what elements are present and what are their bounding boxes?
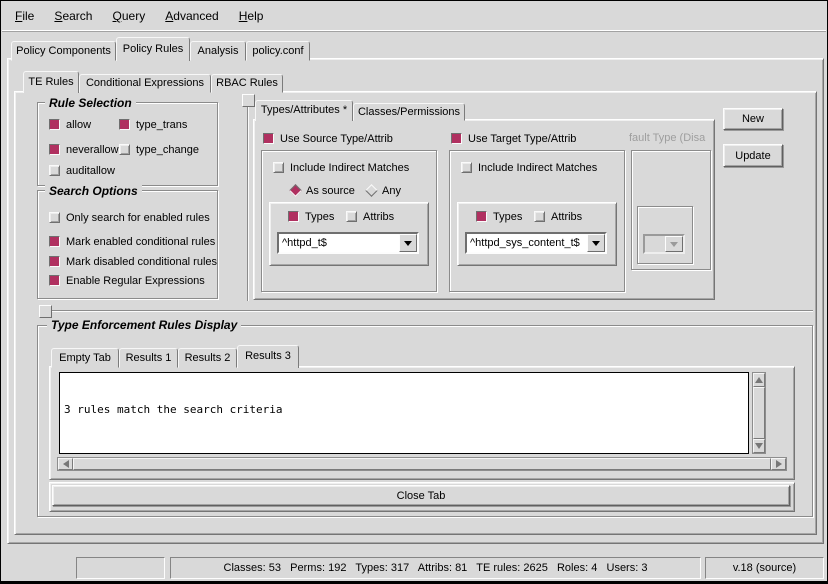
checkbox-source-indirect[interactable] — [273, 162, 284, 173]
tab-empty-tab[interactable]: Empty Tab — [51, 348, 119, 368]
default-type-input — [645, 236, 665, 252]
scroll-up-icon[interactable] — [753, 373, 765, 387]
checkbox-type-change-label: type_change — [136, 144, 199, 156]
tab-results-3[interactable]: Results 3 — [237, 345, 299, 368]
checkbox-only-enabled-rules[interactable] — [49, 212, 60, 223]
target-indirect-label: Include Indirect Matches — [478, 162, 597, 174]
tab-conditional-expressions[interactable]: Conditional Expressions — [79, 74, 211, 93]
tab-rbac-rules[interactable]: RBAC Rules — [211, 74, 283, 93]
tab-results-2[interactable]: Results 2 — [178, 348, 237, 368]
vertical-scroll-thumb[interactable] — [753, 387, 765, 439]
horizontal-sash[interactable] — [51, 310, 813, 312]
menubar: File Search Query Advanced Help — [2, 1, 826, 32]
menu-advanced[interactable]: Advanced — [165, 9, 218, 23]
tab-policy-conf[interactable]: policy.conf — [246, 41, 310, 61]
checkbox-only-enabled-rules-label: Only search for enabled rules — [66, 212, 210, 224]
target-type-input[interactable] — [467, 234, 587, 252]
status-empty-box — [76, 557, 165, 579]
tab-analysis[interactable]: Analysis — [190, 41, 246, 61]
source-combo-dropdown-icon[interactable] — [399, 234, 417, 252]
menu-help[interactable]: Help — [239, 9, 264, 23]
scroll-left-icon[interactable] — [58, 458, 73, 470]
default-type-combobox — [643, 234, 685, 254]
checkbox-mark-disabled[interactable] — [49, 256, 60, 267]
default-combo-dropdown-icon — [665, 236, 683, 252]
tab-results-1[interactable]: Results 1 — [119, 348, 178, 368]
checkbox-type-trans[interactable] — [119, 119, 130, 130]
radio-any[interactable] — [365, 184, 378, 197]
vertical-sash-handle[interactable] — [242, 94, 255, 107]
checkbox-auditallow[interactable] — [49, 165, 60, 176]
status-stats: Classes: 53 Perms: 192 Types: 317 Attrib… — [170, 557, 701, 579]
radio-any-label: Any — [382, 185, 401, 197]
checkbox-source-types[interactable] — [288, 211, 299, 222]
results-text-area[interactable]: 3 rules match the search criteria (5822)… — [59, 372, 749, 454]
checkbox-mark-disabled-label: Mark disabled conditional rules — [66, 256, 217, 268]
update-button[interactable]: Update — [723, 144, 783, 167]
checkbox-mark-enabled-label: Mark enabled conditional rules — [66, 236, 215, 248]
source-attribs-label: Attribs — [363, 211, 394, 223]
te-display-title: Type Enforcement Rules Display — [47, 318, 241, 332]
tab-classes-permissions[interactable]: Classes/Permissions — [353, 103, 465, 121]
checkbox-enable-regex[interactable] — [49, 275, 60, 286]
horizontal-sash-handle[interactable] — [39, 305, 52, 318]
radio-as-source[interactable] — [289, 184, 302, 197]
radio-as-source-label: As source — [306, 185, 355, 197]
checkbox-source-attribs[interactable] — [346, 211, 357, 222]
results-horizontal-scrollbar[interactable] — [57, 457, 787, 471]
tab-types-attributes[interactable]: Types/Attributes * — [255, 100, 353, 121]
window-bottom-edge — [1, 581, 827, 583]
tab-te-rules[interactable]: TE Rules — [23, 71, 79, 93]
menu-query[interactable]: Query — [113, 9, 146, 23]
results-vertical-scrollbar[interactable] — [752, 372, 766, 454]
new-button[interactable]: New — [723, 108, 783, 130]
search-options-title: Search Options — [45, 184, 142, 198]
rule-selection-title: Rule Selection — [45, 96, 136, 110]
source-type-combobox[interactable] — [277, 232, 419, 254]
apol-window: File Search Query Advanced Help Policy C… — [0, 0, 828, 584]
target-combo-dropdown-icon[interactable] — [587, 234, 605, 252]
results-summary: 3 rules match the search criteria — [64, 403, 744, 417]
checkbox-mark-enabled[interactable] — [49, 236, 60, 247]
source-indirect-label: Include Indirect Matches — [290, 162, 409, 174]
horizontal-scroll-thumb[interactable] — [73, 458, 771, 470]
scroll-down-icon[interactable] — [753, 439, 765, 453]
source-type-input[interactable] — [279, 234, 399, 252]
target-types-label: Types — [493, 211, 522, 223]
checkbox-type-trans-label: type_trans — [136, 119, 187, 131]
status-version: v.18 (source) — [705, 557, 824, 579]
checkbox-enable-regex-label: Enable Regular Expressions — [66, 275, 205, 287]
checkbox-auditallow-label: auditallow — [66, 165, 115, 177]
checkbox-target-attribs[interactable] — [534, 211, 545, 222]
use-source-label: Use Source Type/Attrib — [280, 133, 393, 145]
scroll-right-icon[interactable] — [771, 458, 786, 470]
checkbox-use-target[interactable] — [451, 133, 462, 144]
checkbox-use-source[interactable] — [263, 133, 274, 144]
tab-policy-rules[interactable]: Policy Rules — [116, 37, 190, 61]
source-types-label: Types — [305, 211, 334, 223]
checkbox-target-types[interactable] — [476, 211, 487, 222]
vertical-sash[interactable] — [247, 105, 249, 301]
use-target-label: Use Target Type/Attrib — [468, 133, 576, 145]
menu-file[interactable]: File — [15, 9, 34, 23]
checkbox-target-indirect[interactable] — [461, 162, 472, 173]
target-type-combobox[interactable] — [465, 232, 607, 254]
tab-policy-components[interactable]: Policy Components — [11, 41, 116, 61]
checkbox-type-change[interactable] — [119, 144, 130, 155]
checkbox-allow[interactable] — [49, 119, 60, 130]
checkbox-neverallow[interactable] — [49, 144, 60, 155]
menu-search[interactable]: Search — [54, 9, 92, 23]
checkbox-allow-label: allow — [66, 119, 91, 131]
default-type-label: fault Type (Disa — [629, 132, 705, 144]
checkbox-neverallow-label: neverallow — [66, 144, 119, 156]
target-attribs-label: Attribs — [551, 211, 582, 223]
close-tab-button[interactable]: Close Tab — [52, 485, 790, 506]
